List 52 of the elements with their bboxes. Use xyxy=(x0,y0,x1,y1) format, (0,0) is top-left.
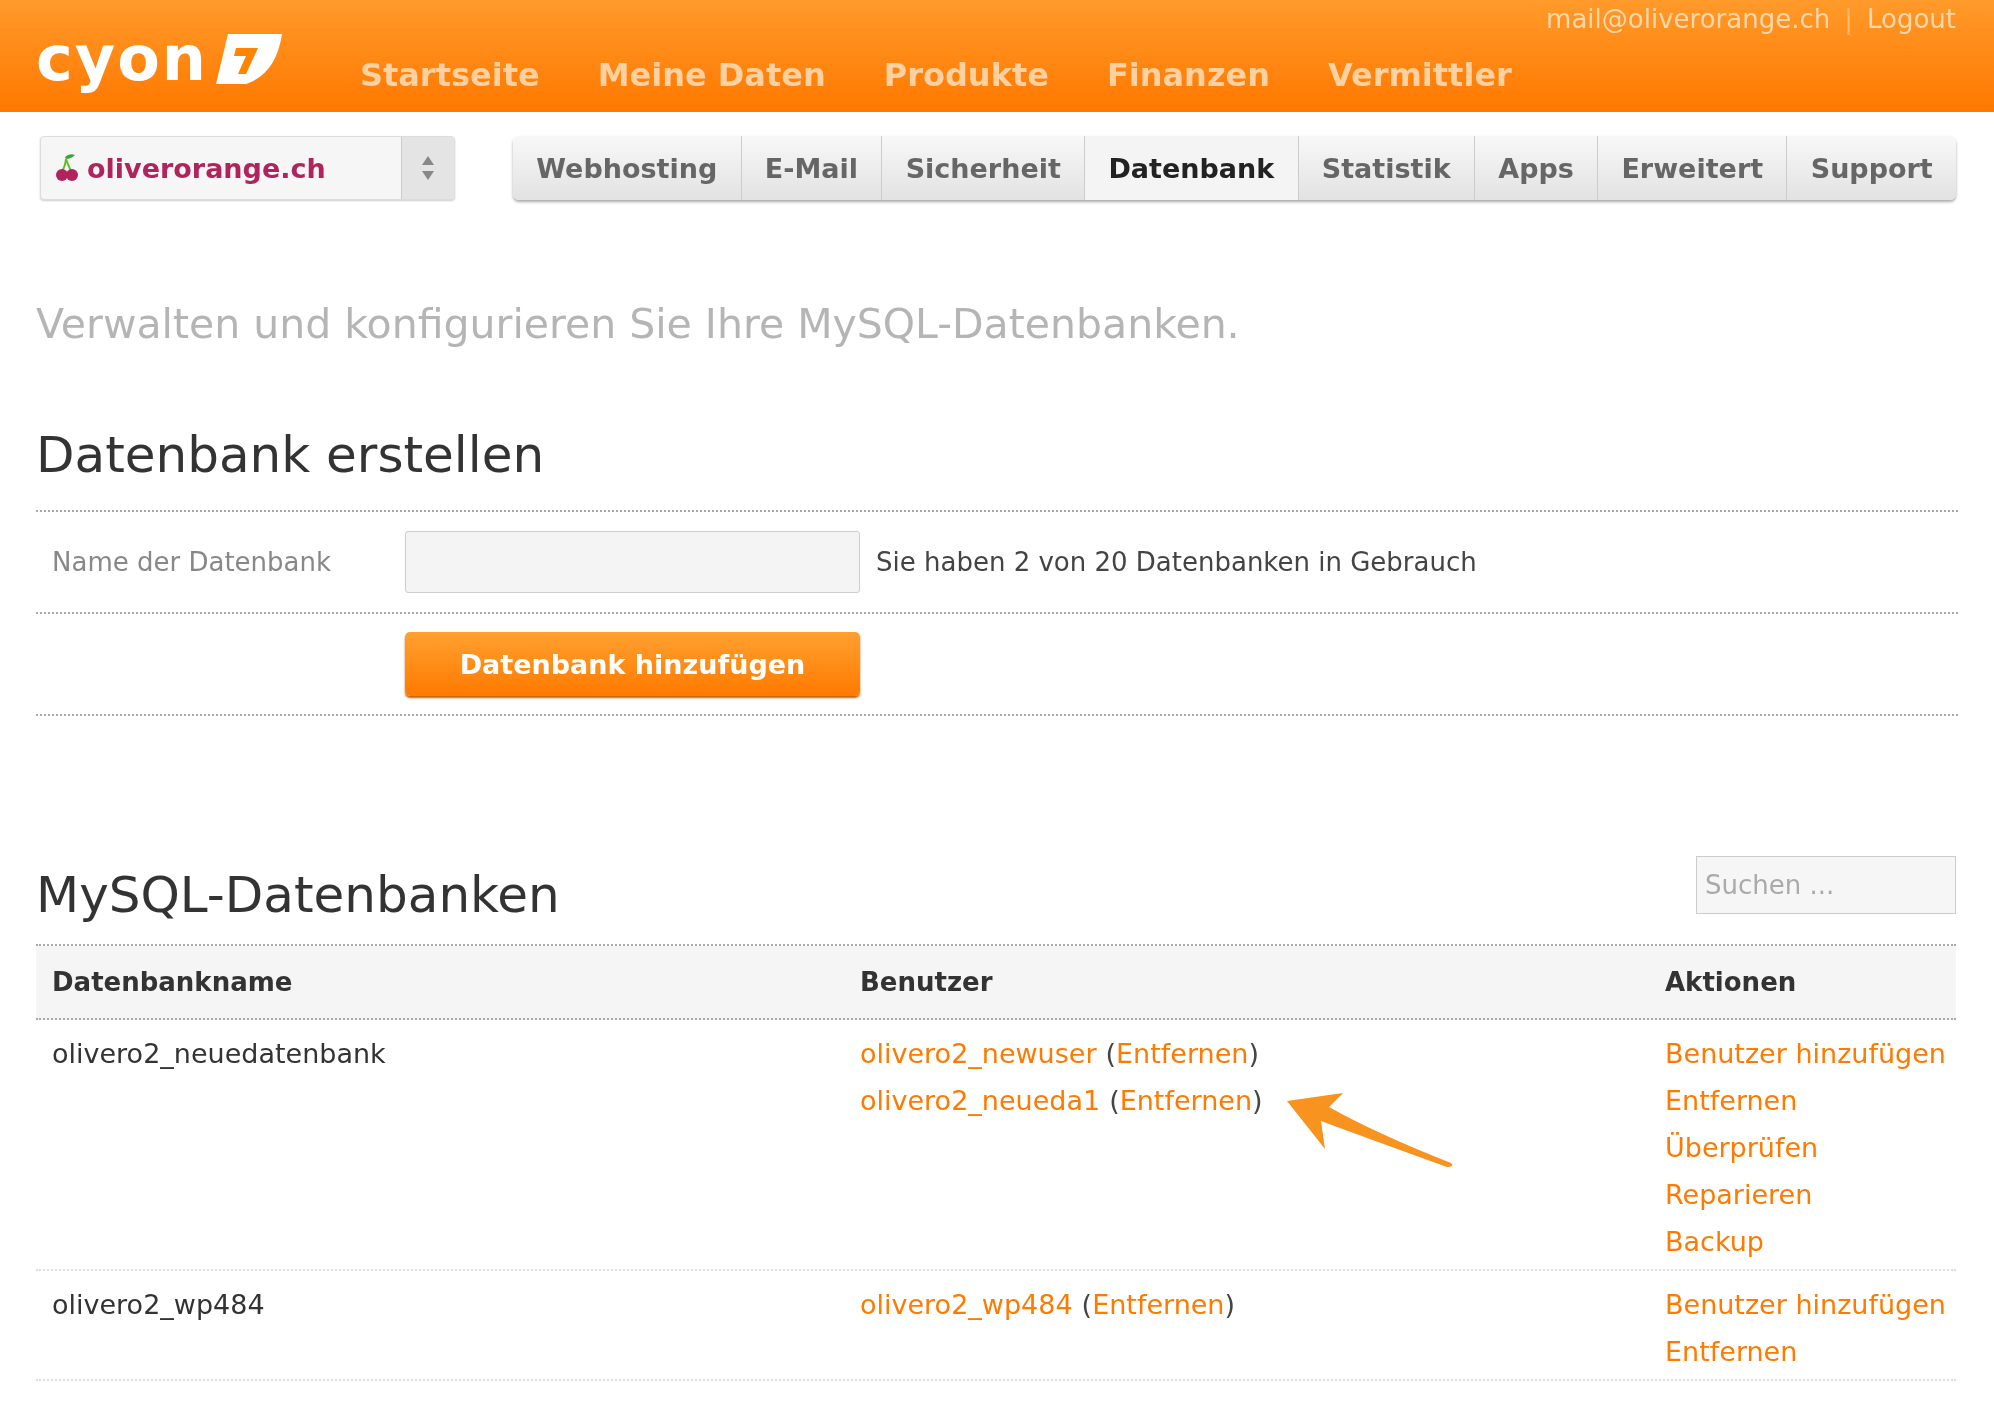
domain-select[interactable]: oliverorange.ch xyxy=(40,136,455,200)
action-link[interactable]: Backup xyxy=(1665,1226,1764,1257)
nav-link[interactable]: Produkte xyxy=(883,56,1049,94)
tab[interactable]: Sicherheit xyxy=(882,136,1086,200)
paren-text: ( xyxy=(1081,1289,1093,1320)
action-link[interactable]: Benutzer hinzufügen xyxy=(1665,1289,1946,1320)
logo-mark-icon xyxy=(215,34,282,84)
tab[interactable]: Support xyxy=(1787,136,1956,200)
field-label: Name der Datenbank xyxy=(51,547,333,577)
remove-user-link[interactable]: Entfernen xyxy=(1116,1038,1249,1069)
tab[interactable]: Datenbank xyxy=(1085,136,1299,200)
user-link[interactable]: olivero2_wp484 xyxy=(860,1289,1073,1320)
remove-user-link[interactable]: Entfernen xyxy=(1119,1085,1253,1116)
user-link[interactable]: olivero2_newuser xyxy=(860,1038,1097,1069)
usage-text: Sie haben 2 von 20 Datenbanken in Gebrauch xyxy=(876,547,1477,577)
section-heading: Datenbank erstellen xyxy=(36,426,546,484)
column-header: Benutzer xyxy=(860,967,994,997)
stepper-icon xyxy=(420,154,436,182)
nav-link[interactable]: Startseite xyxy=(359,56,540,94)
action-link[interactable]: Überprüfen xyxy=(1665,1132,1819,1163)
nav-link[interactable]: Meine Daten xyxy=(597,56,826,94)
paren-text: ( xyxy=(1109,1085,1120,1116)
intro-text: Verwalten und konfigurieren Sie Ihre MySQL-Datenbanken. xyxy=(36,300,1241,348)
action-link[interactable]: Entfernen xyxy=(1665,1336,1798,1367)
column-header: Aktionen xyxy=(1665,967,1798,997)
tab[interactable]: Erweitert xyxy=(1598,136,1788,200)
database-name-field[interactable] xyxy=(405,531,860,593)
cherry-icon xyxy=(55,153,79,183)
logout-link[interactable]: Logout xyxy=(1866,4,1956,34)
database-name: olivero2_wp484 xyxy=(52,1289,265,1320)
paren-text: ( xyxy=(1105,1038,1117,1069)
action-link[interactable]: Entfernen xyxy=(1665,1085,1798,1116)
account-link[interactable]: mail@oliverorange.ch xyxy=(1546,4,1831,34)
user-link[interactable]: olivero2_neueda1 xyxy=(860,1085,1101,1116)
separator-text: | xyxy=(1844,4,1853,34)
tab[interactable]: Apps xyxy=(1475,136,1599,200)
paren-text: ) xyxy=(1252,1085,1263,1116)
action-link[interactable]: Reparieren xyxy=(1665,1179,1813,1210)
database-name: olivero2_neuedatenbank xyxy=(52,1038,386,1069)
remove-user-link[interactable]: Entfernen xyxy=(1092,1289,1225,1320)
nav-link[interactable]: Vermittler xyxy=(1328,56,1512,94)
tab[interactable]: Statistik xyxy=(1298,136,1475,200)
paren-text: ) xyxy=(1248,1038,1259,1069)
tab[interactable]: E-Mail xyxy=(741,136,883,200)
paren-text: ) xyxy=(1224,1289,1235,1320)
column-header: Datenbankname xyxy=(51,967,294,997)
search-field[interactable]: Suchen ... xyxy=(1696,856,1956,914)
section-heading: MySQL-Datenbanken xyxy=(36,866,560,924)
action-link[interactable]: Benutzer hinzufügen xyxy=(1665,1038,1946,1069)
tab[interactable]: Webhosting xyxy=(513,136,742,200)
add-database-button[interactable]: Datenbank hinzufügen xyxy=(405,632,860,696)
nav-link[interactable]: Finanzen xyxy=(1106,56,1270,94)
